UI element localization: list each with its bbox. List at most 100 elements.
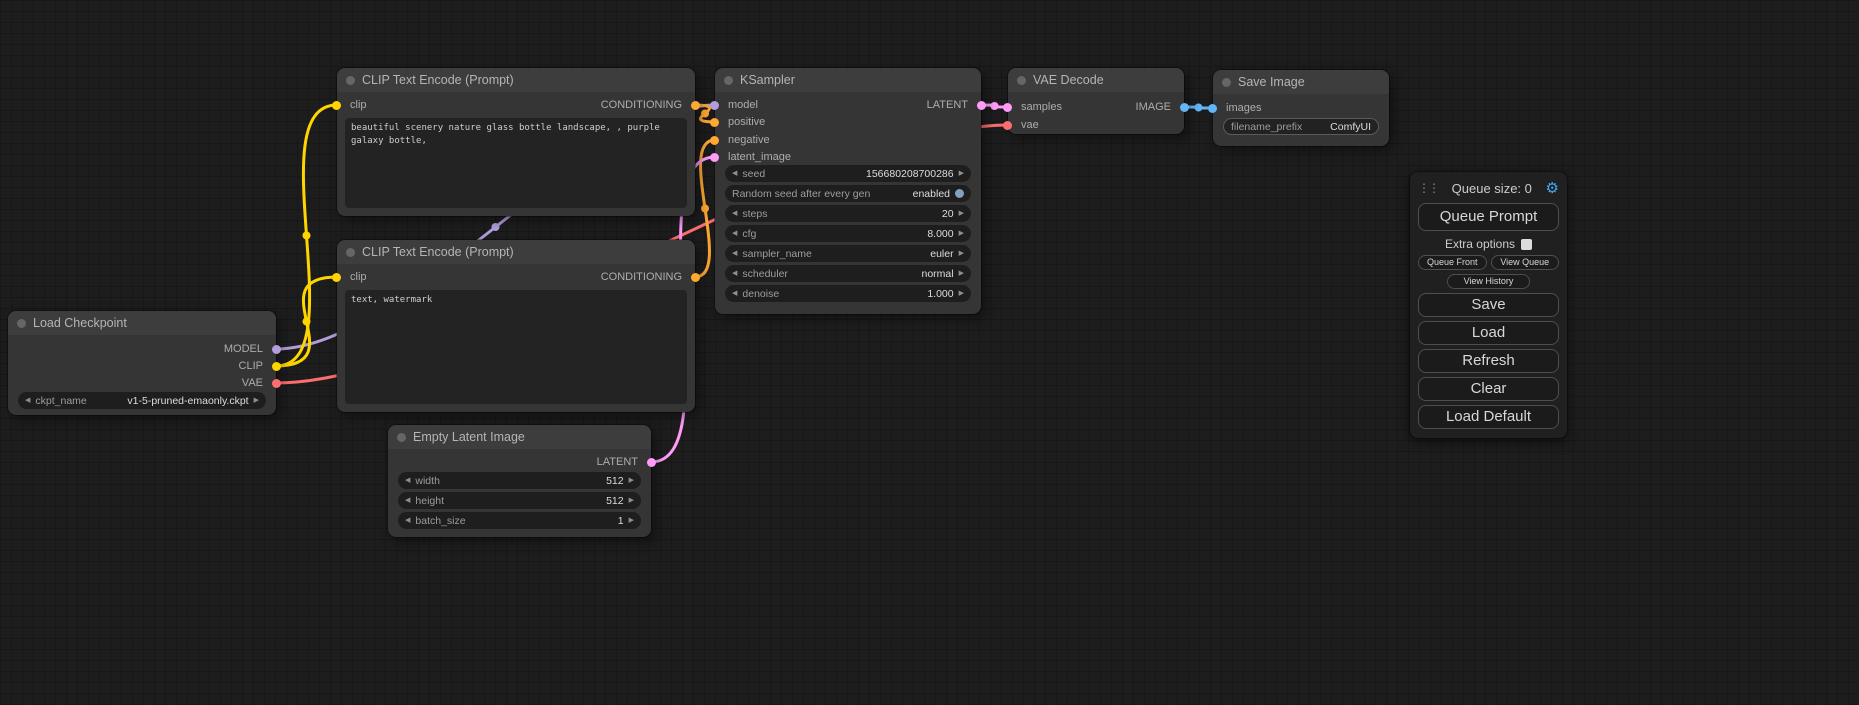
latent-port-icon[interactable]: [1003, 103, 1012, 112]
comfyui-canvas[interactable]: { "colors": { "model": "#B39DDB", "clip"…: [0, 0, 1859, 705]
latent-port-icon[interactable]: [977, 101, 986, 110]
view-queue-button[interactable]: View Queue: [1491, 255, 1560, 270]
decrement-arrow-icon[interactable]: ◀: [405, 497, 410, 504]
load-default-button[interactable]: Load Default: [1418, 405, 1559, 429]
node-ksampler[interactable]: KSampler model positive negative latent_…: [715, 68, 981, 314]
image-port-icon[interactable]: [1208, 104, 1217, 113]
conditioning-port-icon[interactable]: [710, 118, 719, 127]
ckpt-name-widget[interactable]: ◀ ckpt_name v1-5-pruned-emaonly.ckpt ▶: [18, 392, 266, 409]
comfy-menu-panel[interactable]: ⋮⋮ Queue size: 0 ⚙ Queue Prompt Extra op…: [1410, 172, 1567, 438]
cfg-widget[interactable]: ◀ cfg 8.000 ▶: [725, 225, 971, 242]
model-port-icon[interactable]: [710, 101, 719, 110]
increment-arrow-icon[interactable]: ▶: [629, 517, 634, 524]
node-title: VAE Decode: [1033, 73, 1104, 87]
collapse-dot-icon[interactable]: [397, 433, 406, 442]
save-button[interactable]: Save: [1418, 293, 1559, 317]
input-slot-latent-image: latent_image: [715, 149, 791, 165]
input-slot-clip: clip: [337, 269, 367, 285]
vae-port-icon[interactable]: [1003, 121, 1012, 130]
node-titlebar[interactable]: Save Image: [1213, 70, 1389, 94]
latent-port-icon[interactable]: [647, 458, 656, 467]
increment-arrow-icon[interactable]: ▶: [959, 230, 964, 237]
model-port-icon[interactable]: [272, 345, 281, 354]
node-titlebar[interactable]: Load Checkpoint: [8, 311, 276, 335]
height-widget[interactable]: ◀ height 512 ▶: [398, 492, 641, 509]
filename-prefix-widget[interactable]: filename_prefix ComfyUI: [1223, 118, 1379, 135]
node-vae-decode[interactable]: VAE Decode samples vae IMAGE: [1008, 68, 1184, 134]
increment-arrow-icon[interactable]: ▶: [959, 290, 964, 297]
slot-label: clip: [350, 271, 367, 283]
node-load-checkpoint[interactable]: Load Checkpoint MODEL CLIP VAE ◀ ckpt_na…: [8, 311, 276, 415]
scheduler-widget[interactable]: ◀ scheduler normal ▶: [725, 265, 971, 282]
decrement-arrow-icon[interactable]: ◀: [25, 397, 30, 404]
random-seed-toggle-widget[interactable]: Random seed after every gen enabled: [725, 185, 971, 202]
node-save-image[interactable]: Save Image images filename_prefix ComfyU…: [1213, 70, 1389, 146]
node-titlebar[interactable]: CLIP Text Encode (Prompt): [337, 240, 695, 264]
increment-arrow-icon[interactable]: ▶: [959, 270, 964, 277]
settings-gear-icon[interactable]: ⚙: [1546, 179, 1559, 197]
clear-button[interactable]: Clear: [1418, 377, 1559, 401]
sampler-name-widget[interactable]: ◀ sampler_name euler ▶: [725, 245, 971, 262]
latent-port-icon[interactable]: [710, 153, 719, 162]
decrement-arrow-icon[interactable]: ◀: [732, 170, 737, 177]
clip-port-icon[interactable]: [332, 101, 341, 110]
queue-prompt-button[interactable]: Queue Prompt: [1418, 203, 1559, 231]
increment-arrow-icon[interactable]: ▶: [629, 497, 634, 504]
widget-value: 156680208700286: [866, 168, 954, 180]
conditioning-port-icon[interactable]: [691, 273, 700, 282]
node-titlebar[interactable]: Empty Latent Image: [388, 425, 651, 449]
width-widget[interactable]: ◀ width 512 ▶: [398, 472, 641, 489]
node-clip-text-encode-positive[interactable]: CLIP Text Encode (Prompt) clip CONDITION…: [337, 68, 695, 216]
seed-widget[interactable]: ◀ seed 156680208700286 ▶: [725, 165, 971, 182]
prompt-textarea[interactable]: beautiful scenery nature glass bottle la…: [345, 118, 687, 208]
drag-handle-icon[interactable]: ⋮⋮: [1418, 181, 1438, 195]
decrement-arrow-icon[interactable]: ◀: [732, 290, 737, 297]
increment-arrow-icon[interactable]: ▶: [254, 397, 259, 404]
collapse-dot-icon[interactable]: [1017, 76, 1026, 85]
batch-size-widget[interactable]: ◀ batch_size 1 ▶: [398, 512, 641, 529]
denoise-widget[interactable]: ◀ denoise 1.000 ▶: [725, 285, 971, 302]
decrement-arrow-icon[interactable]: ◀: [732, 210, 737, 217]
increment-arrow-icon[interactable]: ▶: [959, 210, 964, 217]
clip-port-icon[interactable]: [272, 362, 281, 371]
extra-options-checkbox[interactable]: [1521, 239, 1532, 250]
decrement-arrow-icon[interactable]: ◀: [405, 517, 410, 524]
slot-label: positive: [728, 116, 765, 128]
queue-size-label: Queue size: 0: [1438, 181, 1546, 196]
collapse-dot-icon[interactable]: [724, 76, 733, 85]
widget-label: Random seed after every gen: [732, 188, 870, 200]
slot-label: CONDITIONING: [601, 271, 682, 283]
node-empty-latent-image[interactable]: Empty Latent Image LATENT ◀ width 512 ▶ …: [388, 425, 651, 537]
conditioning-port-icon[interactable]: [710, 136, 719, 145]
decrement-arrow-icon[interactable]: ◀: [732, 270, 737, 277]
output-slot-vae: VAE: [242, 375, 276, 391]
clip-port-icon[interactable]: [332, 273, 341, 282]
image-port-icon[interactable]: [1180, 103, 1189, 112]
prompt-textarea[interactable]: text, watermark: [345, 290, 687, 404]
steps-widget[interactable]: ◀ steps 20 ▶: [725, 205, 971, 222]
node-title: Load Checkpoint: [33, 316, 127, 330]
node-clip-text-encode-negative[interactable]: CLIP Text Encode (Prompt) clip CONDITION…: [337, 240, 695, 412]
collapse-dot-icon[interactable]: [17, 319, 26, 328]
collapse-dot-icon[interactable]: [346, 76, 355, 85]
widget-value: v1-5-pruned-emaonly.ckpt: [127, 395, 248, 407]
collapse-dot-icon[interactable]: [346, 248, 355, 257]
decrement-arrow-icon[interactable]: ◀: [732, 230, 737, 237]
vae-port-icon[interactable]: [272, 379, 281, 388]
node-titlebar[interactable]: KSampler: [715, 68, 981, 92]
node-titlebar[interactable]: VAE Decode: [1008, 68, 1184, 92]
increment-arrow-icon[interactable]: ▶: [959, 250, 964, 257]
conditioning-port-icon[interactable]: [691, 101, 700, 110]
increment-arrow-icon[interactable]: ▶: [959, 170, 964, 177]
queue-front-button[interactable]: Queue Front: [1418, 255, 1487, 270]
increment-arrow-icon[interactable]: ▶: [629, 477, 634, 484]
node-titlebar[interactable]: CLIP Text Encode (Prompt): [337, 68, 695, 92]
output-slot-conditioning: CONDITIONING: [601, 269, 695, 285]
decrement-arrow-icon[interactable]: ◀: [732, 250, 737, 257]
load-button[interactable]: Load: [1418, 321, 1559, 345]
toggle-knob-icon[interactable]: [955, 189, 964, 198]
view-history-button[interactable]: View History: [1447, 274, 1531, 289]
collapse-dot-icon[interactable]: [1222, 78, 1231, 87]
decrement-arrow-icon[interactable]: ◀: [405, 477, 410, 484]
refresh-button[interactable]: Refresh: [1418, 349, 1559, 373]
